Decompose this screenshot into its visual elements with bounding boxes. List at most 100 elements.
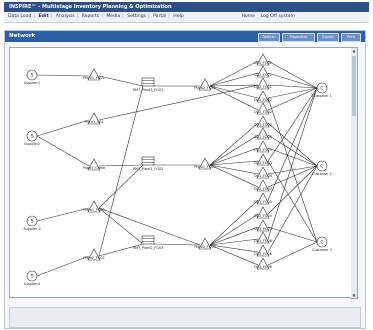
dc-node[interactable]: DC2_FG02: [254, 102, 272, 115]
menu-separator: |: [101, 14, 103, 19]
dc-node-label: DC2_FG03: [254, 148, 272, 152]
dc-node[interactable]: DC2_FG04: [254, 179, 272, 192]
supplier-node[interactable]: S Supplier2: [24, 130, 40, 146]
plant-fg-node-label: Plant1_FG04: [194, 165, 215, 169]
edge-dc-customer: [267, 60, 318, 89]
edge-plant-dc: [209, 85, 259, 111]
main-menu: Data Load | Edit | Analysis | Reports | Medi…: [8, 12, 186, 22]
plant-node[interactable]: Plant1_FG01: [83, 68, 105, 81]
dc-node[interactable]: DC3_FG05: [254, 219, 272, 232]
edge-plant-dc: [209, 85, 259, 99]
dc-node-label: DC2_FG01: [254, 73, 272, 77]
warehouse-node-label: RMT_Plant1_FG01: [133, 88, 163, 92]
dc-node[interactable]: DC3_FG01: [254, 77, 272, 90]
menu-item-analysis[interactable]: Analysis: [56, 12, 75, 22]
edge-plant-dc: [209, 72, 259, 87]
dc-node[interactable]: DC2_FG01: [254, 65, 272, 78]
home-link[interactable]: Home: [241, 12, 255, 22]
customer-node-label: Customer 3: [312, 248, 332, 252]
edge-warehouse-plant: [152, 243, 201, 246]
dc-node[interactable]: DC1_FG04: [254, 166, 272, 179]
vertical-scrollbar[interactable]: ▲ ▼: [351, 47, 358, 299]
dc-node-label: DC2_FG05: [254, 214, 272, 218]
dc-node[interactable]: DC1_FG03: [254, 127, 272, 140]
supplier-node-label: Supplier2: [24, 142, 40, 146]
title-bar: INSPIRE™ - Multistage Inventory Planning…: [4, 2, 369, 12]
properties-button[interactable]: Properties: [282, 33, 315, 42]
plant-node[interactable]: Plant2_FG02: [83, 248, 105, 261]
plant-fg-node-label: Plant2_FG01: [194, 86, 215, 90]
menu-separator: |: [148, 14, 150, 19]
edge-plant-dc: [209, 199, 259, 246]
supplier-node[interactable]: S Supplier 3: [23, 215, 41, 231]
edge-plant-dc: [209, 244, 259, 253]
panel-footer: [9, 307, 361, 328]
scroll-down-icon[interactable]: ▼: [351, 293, 357, 298]
edge-plant-dc: [209, 60, 259, 87]
supplier-node-letter-icon: S: [31, 73, 34, 79]
edge-plant-dc: [209, 122, 259, 166]
export-button[interactable]: Export: [317, 33, 339, 42]
logoff-link[interactable]: Log Off system: [260, 12, 295, 22]
supplier-node-label: Supplier4: [24, 282, 40, 286]
menu-separator: |: [168, 14, 170, 19]
menu-bar: Data Load | Edit | Analysis | Reports | Medi…: [4, 12, 369, 23]
menu-item-settings[interactable]: Settings: [127, 12, 146, 22]
edge-plant-warehouse: [98, 207, 144, 245]
dc-node[interactable]: DC1_FG02: [254, 90, 272, 103]
dc-node-label: DC2_FG02: [254, 110, 272, 114]
dc-node[interactable]: DC1_FG05: [254, 192, 272, 205]
warehouse-node-warehouse-icon: [141, 156, 155, 166]
dc-node-label: DC3_FG05: [254, 227, 272, 231]
customer-node[interactable]: C Customer 2: [312, 160, 332, 176]
edge-plant-warehouse: [98, 164, 144, 167]
menu-item-edit[interactable]: Edit: [38, 12, 48, 22]
edge-plant-dc: [209, 160, 259, 166]
print-button[interactable]: Print: [341, 33, 361, 42]
dc-node[interactable]: DC2_FG06: [254, 244, 272, 257]
dc-node[interactable]: DC2_FG03: [254, 140, 272, 153]
menu-item-reports[interactable]: Reports: [82, 12, 100, 22]
panel-header: Network Refresh Properties Export Print: [5, 31, 365, 42]
edge-dc-customer: [267, 87, 318, 201]
node-group: S Supplier1 S Supplier2 S Supplier 3 S Supplier…: [23, 53, 332, 286]
plant-node[interactable]: Plant1_C02: [84, 112, 104, 125]
dc-node[interactable]: DC1_FG06: [254, 231, 272, 244]
menu-separator: |: [33, 14, 36, 19]
dc-node-label: DC1_FG05: [254, 200, 272, 204]
warehouse-node[interactable]: RMT_Plant2_FG03: [133, 235, 163, 250]
edge-plant-dc: [209, 84, 259, 87]
warehouse-node-warehouse-icon: [141, 235, 155, 245]
dc-node[interactable]: DC3_FG02: [254, 115, 272, 128]
customer-node-letter-icon: C: [320, 240, 323, 246]
edge-plant-warehouse: [98, 75, 144, 87]
plant-node[interactable]: Plant1_FG03: [83, 200, 105, 213]
menu-item-help[interactable]: Help: [173, 12, 183, 22]
supplier-node[interactable]: S Supplier4: [24, 270, 40, 286]
edge-dc-customer: [267, 122, 318, 167]
edge-dc-customer: [267, 97, 318, 243]
dc-node-label: DC3_FG03: [254, 161, 272, 165]
edge-dc-customer: [267, 241, 318, 266]
app-title: INSPIRE™ - Multistage Inventory Planning…: [9, 4, 172, 10]
supplier-node[interactable]: S Supplier1: [24, 69, 40, 85]
customer-node-letter-icon: C: [320, 164, 323, 170]
edge-dc-customer: [267, 165, 318, 253]
menu-item-data-load[interactable]: Data Load: [8, 12, 31, 22]
edge-supplier-plant: [36, 207, 90, 222]
menu-item-portal[interactable]: Portal: [153, 12, 166, 22]
scroll-up-icon[interactable]: ▲: [351, 48, 357, 53]
refresh-button[interactable]: Refresh: [258, 33, 280, 42]
edge-dc-customer: [267, 87, 318, 99]
user-menu: Home Log Off system: [241, 12, 299, 22]
warehouse-node[interactable]: RMT_Plant2_FG02: [133, 156, 163, 171]
scroll-thumb[interactable]: [352, 56, 356, 116]
dc-node[interactable]: DC3_FG06: [254, 257, 272, 270]
menu-item-media[interactable]: Media: [106, 12, 120, 22]
network-canvas[interactable]: S Supplier1 S Supplier2 S Supplier 3 S Supplier…: [9, 47, 353, 298]
supplier-node-label: Supplier 3: [23, 227, 40, 231]
edge-plant-dc: [209, 134, 259, 166]
warehouse-node-label: RMT_Plant2_FG03: [133, 246, 163, 250]
menu-separator: |: [50, 14, 53, 19]
dc-node[interactable]: DC1_FG01: [254, 53, 272, 66]
